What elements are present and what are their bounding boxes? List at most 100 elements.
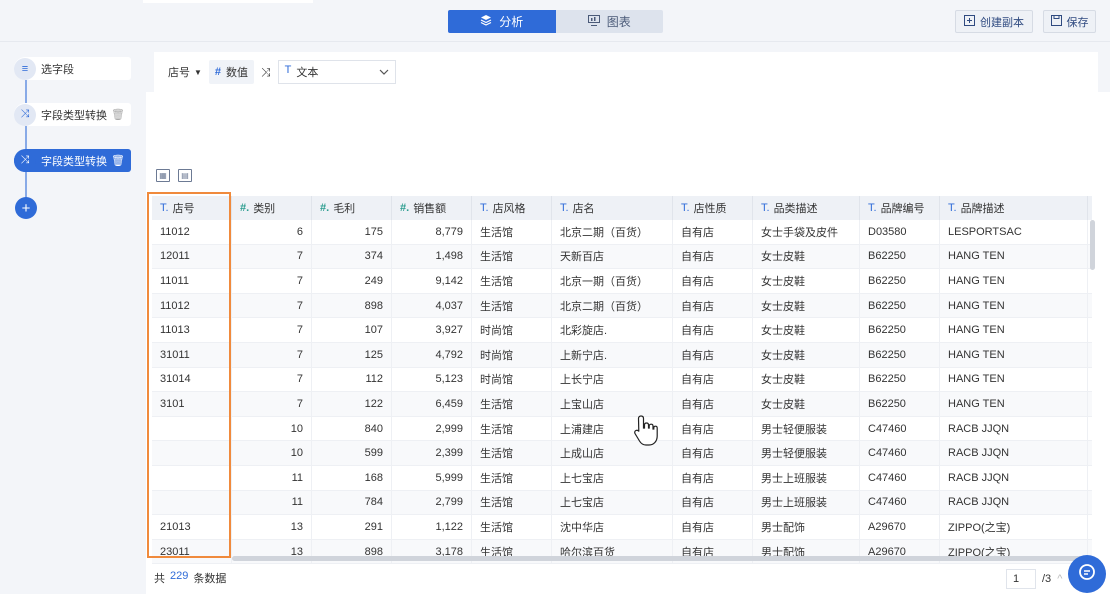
create-copy-button[interactable]: 创建副本: [955, 10, 1033, 33]
table-row[interactable]: 11013 7 107 3,927 时尚馆 北彩旋店. 自有店 女士皮鞋 B62250 HANG …: [152, 318, 1092, 343]
grid-view-icon[interactable]: ▤: [178, 169, 192, 182]
trash-icon[interactable]: 🗑: [111, 108, 125, 121]
table-cell: 沈中华店: [552, 515, 673, 539]
record-count: 共 229 条数据: [154, 570, 226, 586]
table-cell: 13: [232, 515, 312, 539]
column-header[interactable]: T. 店性质: [673, 196, 753, 220]
table-cell: 249: [312, 269, 392, 293]
table-cell: 北京二期（百货）: [552, 220, 673, 244]
vertical-scrollbar[interactable]: [1090, 220, 1095, 270]
table-cell: 男士配饰: [753, 515, 860, 539]
page-current: 1: [1013, 573, 1020, 585]
table-cell: 11013: [152, 318, 232, 342]
view-switcher: ▦ ▤: [156, 169, 192, 182]
table-cell: HANG TEN: [940, 367, 1088, 392]
table-cell: 生活馆: [472, 416, 552, 441]
table-cell: HANG TEN: [940, 342, 1088, 367]
field-dropdown[interactable]: 店号 ▼: [168, 64, 202, 80]
table-view-icon[interactable]: ▦: [156, 169, 170, 182]
table-row[interactable]: 11012 6 175 8,779 生活馆 北京二期（百货） 自有店 女士手袋及皮件 D0358…: [152, 220, 1092, 245]
text-type-icon: T.: [560, 202, 569, 214]
table-cell: 生活馆: [472, 441, 552, 465]
table-cell: 天新百店: [552, 244, 673, 269]
table-cell: 7: [232, 392, 312, 416]
table-cell: 6: [232, 220, 312, 244]
target-type-select[interactable]: T 文本: [277, 60, 396, 84]
top-toolbar: 分析 图表 创建副本 保存: [0, 0, 1110, 42]
column-header[interactable]: T. 品牌描述: [940, 196, 1088, 220]
trash-icon[interactable]: 🗑: [111, 154, 125, 167]
column-header[interactable]: #. 毛利: [312, 196, 392, 220]
column-header-label: 毛利: [333, 203, 356, 215]
table-row[interactable]: 10 599 2,399 生活馆 上成山店 自有店 男士轻便服装 C47460 RACB JJQ…: [152, 441, 1092, 466]
table-cell: 时尚馆: [472, 367, 552, 392]
table-cell: 23011: [152, 539, 232, 564]
table-cell: RACB JJQN: [940, 465, 1088, 490]
table-row[interactable]: 31011 7 125 4,792 时尚馆 上新宁店. 自有店 女士皮鞋 B62250 HANG …: [152, 342, 1092, 368]
table-cell: 175: [312, 220, 392, 244]
chevron-up-icon[interactable]: ^: [1057, 573, 1062, 585]
step-select-fields[interactable]: ≡ 选字段: [14, 57, 131, 80]
tab-analysis[interactable]: 分析: [448, 10, 556, 33]
page-input[interactable]: 1: [1006, 569, 1036, 589]
table-cell: [152, 441, 232, 465]
column-header[interactable]: T. 品类描述: [753, 196, 860, 220]
column-header[interactable]: T. 店名: [552, 196, 673, 220]
table-cell: 2,399: [392, 441, 472, 465]
column-header-label: 店风格: [492, 203, 526, 215]
table-cell: C47460: [860, 465, 940, 490]
table-cell: 自有店: [673, 392, 753, 416]
column-header[interactable]: T. 店号: [152, 196, 232, 220]
step-type-convert-1[interactable]: ⤨ 字段类型转换 🗑: [14, 103, 131, 126]
count-value: 229: [170, 570, 189, 582]
table-cell: 7: [232, 367, 312, 392]
table-cell: 自有店: [673, 515, 753, 539]
data-table: T. 店号 #. 类别 #. 毛利 #. 销售额 T. 店风格 T. 店名 T. 店性质 T. 品类描述 T. 品…: [152, 196, 1092, 565]
column-header[interactable]: #. 类别: [232, 196, 312, 220]
table-row[interactable]: 11 168 5,999 生活馆 上七宝店 自有店 男士上班服装 C47460 RACB JJQ…: [152, 465, 1092, 491]
column-header[interactable]: T. 店风格: [472, 196, 552, 220]
table-row[interactable]: 11011 7 249 9,142 生活馆 北京一期（百货） 自有店 女士皮鞋 B62250 HA…: [152, 269, 1092, 294]
table-cell: 784: [312, 490, 392, 515]
step-type-convert-2[interactable]: ⤨ 字段类型转换 🗑: [14, 149, 131, 172]
number-type-icon: #.: [240, 202, 250, 214]
table-cell: HANG TEN: [940, 293, 1088, 318]
table-row[interactable]: 21013 13 291 1,122 生活馆 沈中华店 自有店 男士配饰 A29670 ZIPPO…: [152, 515, 1092, 540]
table-cell: HANG TEN: [940, 318, 1088, 342]
horizontal-scrollbar[interactable]: [232, 556, 1094, 561]
table-cell: B62250: [860, 367, 940, 392]
table-cell: 7: [232, 342, 312, 367]
view-mode-toggle: 分析 图表: [448, 10, 663, 33]
table-row[interactable]: 11 784 2,799 生活馆 上七宝店 自有店 男士上班服装 C47460 RACB JJQ…: [152, 490, 1092, 516]
table-cell: [152, 416, 232, 441]
table-row[interactable]: 11012 7 898 4,037 生活馆 北京二期（百货） 自有店 女士皮鞋 B62250 HA…: [152, 293, 1092, 319]
text-type-icon: T.: [480, 202, 489, 214]
table-cell: 自有店: [673, 220, 753, 244]
table-cell: 上七宝店: [552, 465, 673, 490]
table-cell: 生活馆: [472, 220, 552, 244]
tab-analysis-label: 分析: [499, 15, 524, 29]
table-cell: 3101: [152, 392, 232, 416]
table-row[interactable]: 31014 7 112 5,123 时尚馆 上长宁店 自有店 女士皮鞋 B62250 HANG T…: [152, 367, 1092, 393]
table-cell: 自有店: [673, 490, 753, 515]
tab-chart[interactable]: 图表: [555, 10, 663, 33]
table-cell: 125: [312, 342, 392, 367]
table-cell: 10: [232, 416, 312, 441]
table-row[interactable]: 10 840 2,999 生活馆 上浦建店 自有店 男士轻便服装 C47460 RACB JJQ…: [152, 416, 1092, 442]
table-cell: 168: [312, 465, 392, 490]
conversion-config: 店号 ▼ # 数值 ⤨ T 文本: [154, 52, 1098, 92]
add-step-button[interactable]: +: [15, 197, 37, 219]
column-header-label: 品类描述: [773, 203, 818, 215]
text-type-icon: T.: [761, 202, 770, 214]
page-total: /3: [1042, 573, 1052, 585]
table-cell: 599: [312, 441, 392, 465]
column-header[interactable]: #. 销售额: [392, 196, 472, 220]
table-cell: 107: [312, 318, 392, 342]
table-row[interactable]: 12011 7 374 1,498 生活馆 天新百店 自有店 女士皮鞋 B62250 HANG T…: [152, 244, 1092, 270]
table-cell: 女士皮鞋: [753, 318, 860, 342]
table-row[interactable]: 3101 7 122 6,459 生活馆 上宝山店 自有店 女士皮鞋 B62250 HANG TE…: [152, 392, 1092, 417]
help-chat-button[interactable]: [1068, 555, 1106, 593]
column-header[interactable]: T. 品牌编号: [860, 196, 940, 220]
table-cell: LESPORTSAC: [940, 220, 1088, 244]
save-button[interactable]: 保存: [1043, 10, 1096, 33]
